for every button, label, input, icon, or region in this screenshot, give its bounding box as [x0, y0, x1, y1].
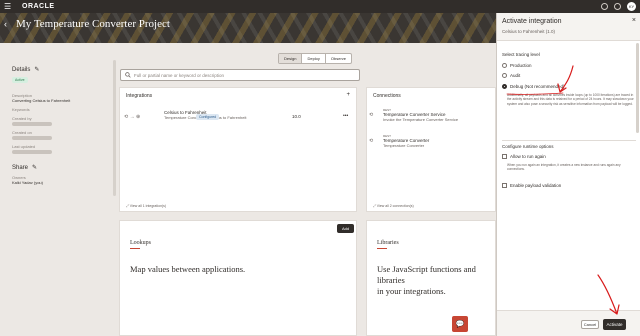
- libraries-description-line2: in your integrations.: [377, 286, 446, 296]
- add-integration-icon[interactable]: +: [346, 92, 350, 98]
- view-all-connections-link[interactable]: ⤢ View all 2 connection(s): [373, 204, 414, 208]
- drawer-header: Activate integration Celsius to Fahrenhe…: [497, 13, 640, 41]
- payload-validation-label: Enable payload validation: [510, 183, 562, 188]
- search-icon: [125, 72, 131, 78]
- integration-status-badge: Configured: [196, 114, 220, 120]
- radio-debug-label: Debug (Not recommended): [510, 84, 565, 89]
- lookups-description: Map values between applications.: [130, 264, 246, 274]
- project-header: ‹ My Temperature Converter Project: [0, 13, 496, 43]
- libraries-description-line1: Use JavaScript functions and libraries: [377, 264, 476, 285]
- connection-icon: ⟲: [369, 138, 374, 144]
- payload-validation-checkbox-box[interactable]: [502, 183, 507, 188]
- integration-version: 10.0: [292, 114, 301, 119]
- radio-audit-indicator[interactable]: [502, 73, 507, 78]
- debug-help-text: Additionally, all payloads and all activ…: [507, 93, 634, 106]
- allow-rerun-label: Allow to run again: [510, 154, 546, 159]
- chat-icon[interactable]: 💬: [452, 316, 468, 332]
- top-bar: ☰ ORACLE KY: [0, 0, 640, 13]
- lookups-title-underline: [130, 248, 140, 249]
- drawer-subtitle: Celsius to Fahrenheit (1.0): [502, 29, 556, 34]
- keywords-label: Keywords: [12, 107, 30, 112]
- created-on-value-redacted: [12, 136, 52, 140]
- drawer-footer: Cancel Activate: [497, 310, 640, 336]
- libraries-title-underline: [377, 248, 387, 249]
- lookups-card: Lookups Map values between applications.: [119, 220, 357, 336]
- connection-icon: ⟲: [369, 112, 374, 118]
- activate-integration-drawer: Activate integration Celsius to Fahrenhe…: [496, 13, 640, 336]
- tab-deploy[interactable]: Deploy: [302, 54, 326, 63]
- integrations-title: Integrations: [126, 93, 153, 99]
- drawer-title: Activate integration: [502, 18, 562, 25]
- add-lookup-button[interactable]: Add: [337, 224, 354, 233]
- radio-audit-label: Audit: [510, 73, 521, 78]
- integrations-card: Integrations + ⤢ View all 1 integration(…: [119, 87, 357, 212]
- allow-rerun-help: When you run again an integration, it cr…: [507, 163, 621, 172]
- avatar[interactable]: KY: [627, 2, 636, 11]
- hamburger-icon[interactable]: ☰: [4, 2, 16, 11]
- tracing-level-label: Select tracing level: [502, 52, 540, 57]
- created-by-label: Created by: [12, 116, 32, 121]
- radio-production-indicator[interactable]: [502, 63, 507, 68]
- description-value: Converting Celsius to Fahrenheit: [12, 98, 71, 103]
- connection-description: Invoke the Temperature Converter Service: [383, 117, 459, 122]
- created-on-label: Created on: [12, 130, 32, 135]
- allow-rerun-checkbox-box[interactable]: [502, 154, 507, 159]
- details-panel: Details ✎ Active Description Converting …: [12, 66, 112, 185]
- tab-design[interactable]: Design: [279, 54, 303, 63]
- share-heading: Share ✎: [12, 164, 112, 172]
- libraries-description: Use JavaScript functions and libraries i…: [377, 264, 495, 297]
- top-right-controls: KY: [601, 2, 636, 11]
- owners-value: Kalki Yadav (you): [12, 180, 43, 185]
- help-icon[interactable]: [601, 3, 608, 10]
- tab-observe[interactable]: Observe: [326, 54, 351, 63]
- view-all-integrations-label: View all 1 integration(s): [129, 204, 167, 208]
- radio-production[interactable]: Production: [502, 63, 532, 68]
- integration-more-icon[interactable]: •••: [343, 113, 348, 119]
- connections-card: Connections ⤢ View all 2 connection(s): [366, 87, 496, 212]
- cancel-button[interactable]: Cancel: [581, 320, 599, 329]
- status-badge: Active: [12, 77, 28, 83]
- drawer-scrollbar[interactable]: [636, 43, 639, 133]
- integration-row[interactable]: ⟲ → ⊕ Celsius to Fahrenheit Temperature …: [124, 110, 354, 126]
- search-placeholder: Full or partial name or keyword or descr…: [134, 72, 225, 78]
- view-switcher: Design Deploy Observe: [278, 53, 353, 64]
- libraries-title: Libraries: [377, 240, 399, 246]
- drawer-divider: [502, 140, 636, 141]
- last-updated-label: Last updated: [12, 144, 36, 149]
- details-heading: Details ✎: [12, 66, 112, 74]
- connection-description: Temperature Converter: [383, 143, 425, 148]
- share-heading-label: Share: [12, 164, 29, 171]
- edit-share-icon[interactable]: ✎: [32, 164, 37, 171]
- connections-title: Connections: [373, 93, 401, 99]
- lookups-title: Lookups: [130, 240, 151, 246]
- radio-debug[interactable]: Debug (Not recommended): [502, 84, 565, 89]
- edit-icon[interactable]: ✎: [34, 66, 39, 73]
- page-title: My Temperature Converter Project: [16, 18, 170, 30]
- created-by-value-redacted: [12, 122, 52, 126]
- radio-production-label: Production: [510, 63, 532, 68]
- search-input[interactable]: Full or partial name or keyword or descr…: [120, 69, 360, 81]
- view-all-connections-label: View all 2 connection(s): [376, 204, 414, 208]
- view-all-integrations-link[interactable]: ⤢ View all 1 integration(s): [126, 204, 166, 208]
- last-updated-value-redacted: [12, 150, 52, 154]
- integration-flow-icon: ⟲ → ⊕: [124, 114, 141, 120]
- runtime-options-label: Configure runtime options: [502, 144, 554, 149]
- close-icon[interactable]: ×: [632, 17, 636, 24]
- details-heading-label: Details: [12, 66, 31, 73]
- libraries-card: Libraries Use JavaScript functions and l…: [366, 220, 496, 336]
- radio-audit[interactable]: Audit: [502, 73, 520, 78]
- details-scrollbar[interactable]: [113, 60, 116, 196]
- notifications-icon[interactable]: [614, 3, 621, 10]
- back-arrow-icon[interactable]: ‹: [4, 19, 7, 29]
- oracle-logo: ORACLE: [22, 3, 55, 10]
- activate-button[interactable]: Activate: [603, 319, 626, 330]
- payload-validation-checkbox[interactable]: Enable payload validation: [502, 183, 561, 188]
- radio-debug-indicator[interactable]: [502, 84, 507, 89]
- allow-rerun-checkbox[interactable]: Allow to run again: [502, 154, 546, 159]
